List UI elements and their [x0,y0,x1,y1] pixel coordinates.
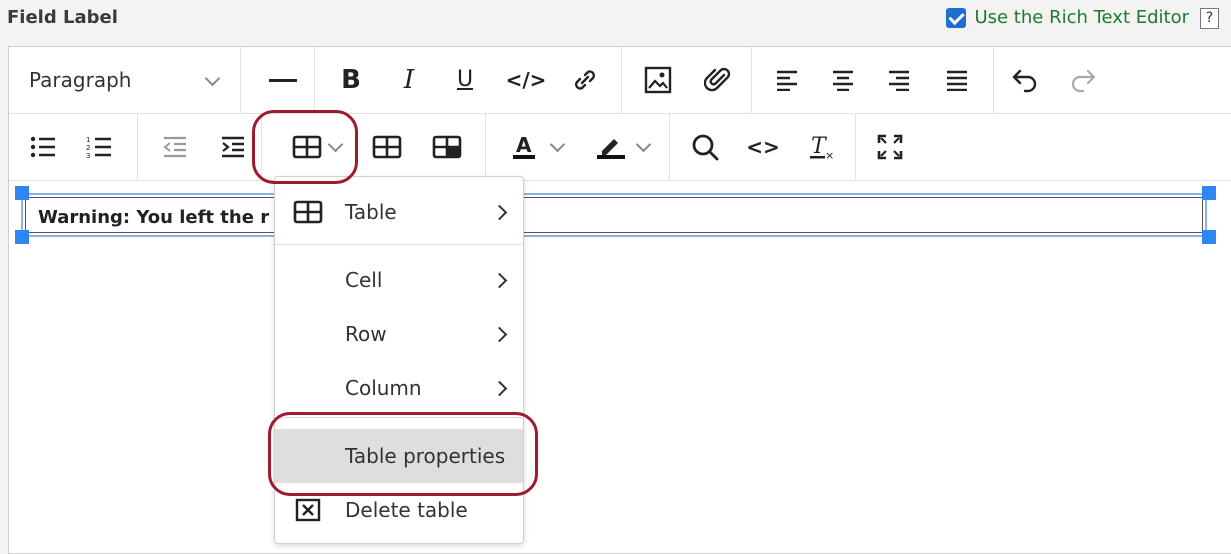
align-right-icon [889,70,909,91]
code-button[interactable]: </> [503,47,549,113]
table-insert-row-button[interactable] [365,114,409,180]
highlight-table-button [252,110,358,184]
delete-table-icon [295,498,321,522]
bullet-list-icon [30,136,55,158]
fullscreen-button[interactable] [865,114,915,180]
svg-text:3: 3 [86,152,90,159]
italic-icon: I [403,65,415,95]
resize-handle-top-right[interactable] [1202,186,1216,200]
align-left-button[interactable] [765,47,809,113]
align-center-button[interactable] [821,47,865,113]
highlighter-icon [596,139,625,159]
rich-text-editor: Paragraph B I U </> 1 2 3 A <> T × Warni… [8,46,1231,554]
underline-button[interactable]: U [445,47,485,113]
indent-icon [222,136,244,158]
chevron-down-icon [204,70,221,87]
resize-handle-top-left[interactable] [15,186,29,200]
link-button[interactable] [565,47,605,113]
image-icon [644,66,672,94]
image-button[interactable] [633,47,683,113]
bullet-list-button[interactable] [23,114,63,180]
table-row-icon [372,135,402,159]
chevron-right-icon [491,272,508,288]
clear-formatting-button[interactable]: T × [799,114,843,180]
menu-item-label: Cell [345,268,383,292]
italic-button[interactable]: I [389,47,429,113]
search-icon [692,134,719,161]
highlight-table-properties [268,412,538,496]
block-format-select[interactable]: Paragraph [9,47,239,113]
menu-item-column[interactable]: Column [275,361,523,415]
table-cell[interactable]: Warning: You left the r [25,197,1203,233]
redo-icon [1071,69,1096,93]
align-left-icon [777,70,797,91]
rte-toggle[interactable]: Use the Rich Text Editor [946,7,1189,28]
table-cell-button[interactable] [425,114,469,180]
horizontal-line-icon [269,78,297,82]
text-color-icon: A [512,133,535,159]
chevron-down-icon [635,136,651,152]
paperclip-icon [704,67,731,92]
align-center-icon [833,70,853,91]
block-format-value: Paragraph [29,68,132,92]
outdent-icon [163,136,186,158]
resize-handle-bottom-right[interactable] [1202,230,1216,244]
attachment-button[interactable] [693,47,743,113]
editor-content[interactable]: Warning: You left the r [9,181,1231,553]
table-icon [293,200,323,224]
menu-item-label: Row [345,322,387,346]
rte-label: Use the Rich Text Editor [974,7,1189,28]
numbered-list-button[interactable]: 123 [79,114,119,180]
svg-text:×: × [825,149,834,161]
table-cell-icon [432,135,462,159]
chevron-right-icon [491,204,508,220]
undo-button[interactable] [1003,47,1047,113]
menu-divider [275,244,523,245]
selected-table[interactable]: Warning: You left the r [21,193,1207,237]
align-right-button[interactable] [877,47,921,113]
clear-formatting-icon: T × [810,134,834,161]
fullscreen-icon [877,134,903,160]
toolbar-row-1: Paragraph B I U </> [9,47,1231,114]
indent-button[interactable] [213,114,253,180]
menu-item-label: Delete table [345,498,468,522]
redo-button[interactable] [1061,47,1105,113]
table-cell-text: Warning: You left the r [38,207,270,228]
menu-item-label: Table [345,200,397,224]
source-code-button[interactable]: <> [741,114,785,180]
chevron-right-icon [491,380,508,396]
align-justify-button[interactable] [935,47,979,113]
menu-item-label: Column [345,376,422,400]
find-button[interactable] [683,114,727,180]
outdent-button[interactable] [155,114,195,180]
undo-icon [1012,69,1037,93]
code-icon: </> [505,68,547,92]
horizontal-line-button[interactable] [256,47,310,113]
chevron-down-icon [549,136,565,152]
highlight-color-button[interactable] [583,114,659,180]
underline-icon: U [456,67,474,92]
numbered-list-icon: 123 [86,136,111,159]
rte-checkbox[interactable] [946,7,967,28]
menu-item-table[interactable]: Table [275,185,523,239]
resize-handle-bottom-left[interactable] [15,230,29,244]
menu-item-cell[interactable]: Cell [275,253,523,307]
svg-text:2: 2 [86,144,90,152]
help-icon[interactable]: ? [1200,8,1219,29]
align-justify-icon [947,70,967,91]
bold-icon: B [341,65,361,95]
svg-text:1: 1 [86,136,90,144]
source-code-icon: <> [746,135,780,159]
svg-text:A: A [516,133,532,157]
text-color-button[interactable]: A [501,114,571,180]
chevron-right-icon [491,326,508,342]
link-icon [574,70,596,90]
field-label: Field Label [7,7,118,28]
bold-button[interactable]: B [331,47,371,113]
menu-item-row[interactable]: Row [275,307,523,361]
toolbar-row-2: 123 A <> T × [9,114,1231,181]
